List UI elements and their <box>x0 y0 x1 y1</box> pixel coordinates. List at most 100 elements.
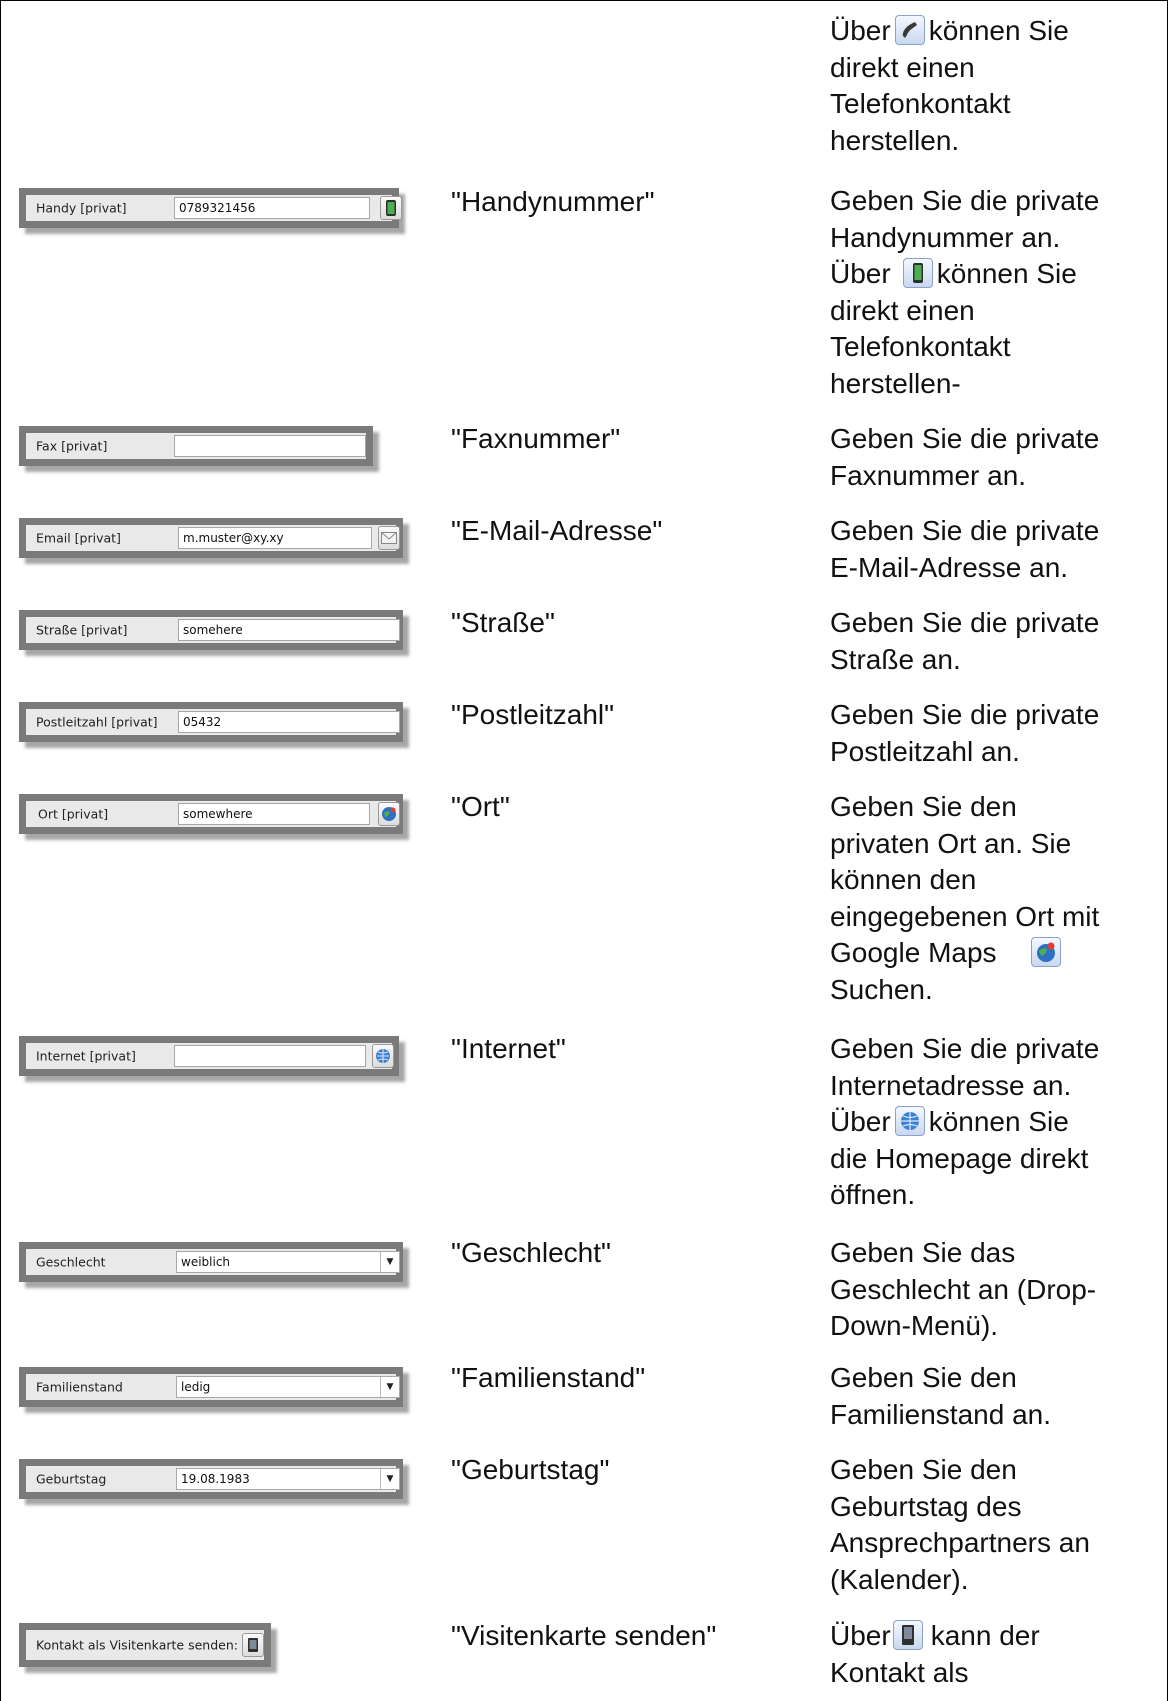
fax-input[interactable] <box>174 435 366 457</box>
desc-text: können Sie <box>928 15 1069 46</box>
handy-field-screenshot: Handy [privat] 0789321456 <box>19 188 403 228</box>
desc-line: direkt einen <box>830 294 975 326</box>
dropdown-value: 19.08.1983 <box>181 1472 250 1486</box>
desc-line: Down-Menü). <box>830 1310 999 1341</box>
web-globe-icon[interactable] <box>372 1044 394 1068</box>
dropdown-value: weiblich <box>181 1255 231 1269</box>
strasse-description: Geben Sie die private Straße an. <box>830 605 1160 678</box>
desc-text: Über <box>830 15 891 46</box>
maps-globe-icon <box>1030 937 1061 967</box>
strasse-field-screenshot: Straße [privat] somehere <box>19 610 403 650</box>
familienstand-dropdown[interactable]: ledig ▼ <box>176 1376 400 1398</box>
desc-line: Geben Sie die private <box>830 515 1100 546</box>
geschlecht-description: Geben Sie das Geschlecht an (Drop- Down-… <box>830 1235 1160 1345</box>
desc-line: Postleitzahl an. <box>830 735 1020 767</box>
document-page: Über können Sie direkt einen Telefonkonta… <box>0 0 1168 1701</box>
chevron-down-icon[interactable]: ▼ <box>380 1377 399 1397</box>
plz-input[interactable]: 05432 <box>178 711 400 733</box>
desc-line: E-Mail-Adresse an. <box>830 551 1069 583</box>
chevron-down-icon[interactable]: ▼ <box>380 1252 399 1272</box>
email-field-screenshot: Email [privat] m.muster@xy.xy <box>19 518 403 558</box>
desc-line: Familienstand an. <box>830 1398 1052 1430</box>
desc-line: Ansprechpartners an <box>830 1527 1090 1558</box>
desc-line: Geben Sie die private <box>830 607 1100 638</box>
desc-line: Telefonkontakt <box>830 331 1011 362</box>
desc-text: Über <box>830 1620 891 1651</box>
desc-line: herstellen. <box>830 124 960 156</box>
maps-globe-icon[interactable] <box>378 802 400 826</box>
desc-text: können Sie <box>928 1106 1069 1137</box>
strasse-input[interactable]: somehere <box>178 619 400 641</box>
mobile-phone-icon <box>902 258 933 288</box>
plz-description: Geben Sie die private Postleitzahl an. <box>830 697 1160 770</box>
dropdown-value: ledig <box>181 1380 211 1394</box>
desc-text: Über <box>830 1106 891 1137</box>
web-globe-icon <box>894 1106 925 1136</box>
field-label: Kontakt als Visitenkarte senden: <box>36 1637 238 1653</box>
geburtstag-dropdown[interactable]: 19.08.1983 ▼ <box>176 1468 400 1490</box>
ort-field-screenshot: Ort [privat] somewhere <box>19 794 403 834</box>
internet-input[interactable] <box>174 1045 366 1067</box>
desc-line: Geben Sie die private <box>830 185 1100 216</box>
desc-line: Geben Sie den <box>830 1362 1017 1393</box>
field-name: "Internet" <box>451 1033 566 1064</box>
fax-description: Geben Sie die private Faxnummer an. <box>830 421 1160 494</box>
handy-input[interactable]: 0789321456 <box>174 197 370 219</box>
desc-line: Geben Sie das <box>830 1237 1016 1268</box>
internet-description: Geben Sie die private Internetadresse an… <box>830 1031 1160 1214</box>
desc-text: Google Maps <box>830 937 997 968</box>
field-label: Postleitzahl [privat] <box>36 714 158 730</box>
desc-text: Über <box>830 258 891 289</box>
desc-line: Internetadresse an. <box>830 1069 1072 1101</box>
visitenkarte-screenshot: Kontakt als Visitenkarte senden: <box>19 1623 403 1667</box>
ort-description: Geben Sie den privaten Ort an. Sie könne… <box>830 789 1160 1008</box>
chevron-down-icon[interactable]: ▼ <box>380 1469 399 1489</box>
desc-line: Straße an. <box>830 643 961 675</box>
visitenkarte-description: Über kann der Kontakt als <box>830 1618 1160 1691</box>
desc-line: eingegebenen Ort mit <box>830 900 1100 932</box>
field-name: "Handynummer" <box>451 186 655 217</box>
email-input[interactable]: m.muster@xy.xy <box>178 527 372 549</box>
desc-text: kann der <box>930 1620 1040 1651</box>
desc-line: Geburtstag des <box>830 1490 1022 1522</box>
field-label: Handy [privat] <box>36 200 127 216</box>
desc-line: privaten Ort an. Sie <box>830 827 1072 859</box>
desc-line: Telefonkontakt <box>830 88 1011 119</box>
geschlecht-dropdown[interactable]: weiblich ▼ <box>176 1251 400 1273</box>
desc-line: (Kalender). <box>830 1563 969 1595</box>
field-label: Fax [privat] <box>36 438 108 454</box>
desc-line: Geschlecht an (Drop- <box>830 1273 1097 1305</box>
desc-line: Geben Sie den <box>830 1454 1017 1485</box>
business-card-icon[interactable] <box>242 1633 264 1657</box>
field-label: Email [privat] <box>36 530 121 546</box>
desc-line: Faxnummer an. <box>830 459 1027 491</box>
field-label: Straße [privat] <box>36 622 128 638</box>
field-label: Internet [privat] <box>36 1048 136 1064</box>
familienstand-description: Geben Sie den Familienstand an. <box>830 1360 1160 1433</box>
field-name: "Familienstand" <box>451 1362 646 1393</box>
desc-line: die Homepage direkt <box>830 1142 1089 1174</box>
top-description: Über können Sie direkt einen Telefonkonta… <box>830 13 1160 159</box>
mobile-phone-icon[interactable] <box>380 196 402 220</box>
internet-field-screenshot: Internet [privat] <box>19 1036 403 1076</box>
desc-line: Geben Sie den <box>830 791 1017 822</box>
field-name: "Straße" <box>451 607 555 638</box>
geburtstag-field-screenshot: Geburtstag 19.08.1983 ▼ <box>19 1459 403 1499</box>
field-name: "Postleitzahl" <box>451 699 615 730</box>
envelope-icon[interactable] <box>378 526 400 550</box>
desc-line: Suchen. <box>830 973 933 1005</box>
handy-description: Geben Sie die private Handynummer an. Üb… <box>830 183 1160 402</box>
field-name: "Visitenkarte senden" <box>451 1620 717 1651</box>
desc-line: Geben Sie die private <box>830 699 1100 730</box>
geschlecht-field-screenshot: Geschlecht weiblich ▼ <box>19 1242 403 1282</box>
desc-line: Geben Sie die private <box>830 1033 1100 1064</box>
desc-line: öffnen. <box>830 1179 916 1210</box>
field-label: Geburtstag <box>36 1471 107 1487</box>
geburtstag-description: Geben Sie den Geburtstag des Ansprechpar… <box>830 1452 1160 1598</box>
ort-input[interactable]: somewhere <box>178 803 370 825</box>
desc-line: Kontakt als <box>830 1656 969 1688</box>
field-label: Geschlecht <box>36 1254 106 1270</box>
desc-line: Geben Sie die private <box>830 423 1100 454</box>
field-label: Familienstand <box>36 1379 123 1395</box>
familienstand-field-screenshot: Familienstand ledig ▼ <box>19 1367 403 1407</box>
